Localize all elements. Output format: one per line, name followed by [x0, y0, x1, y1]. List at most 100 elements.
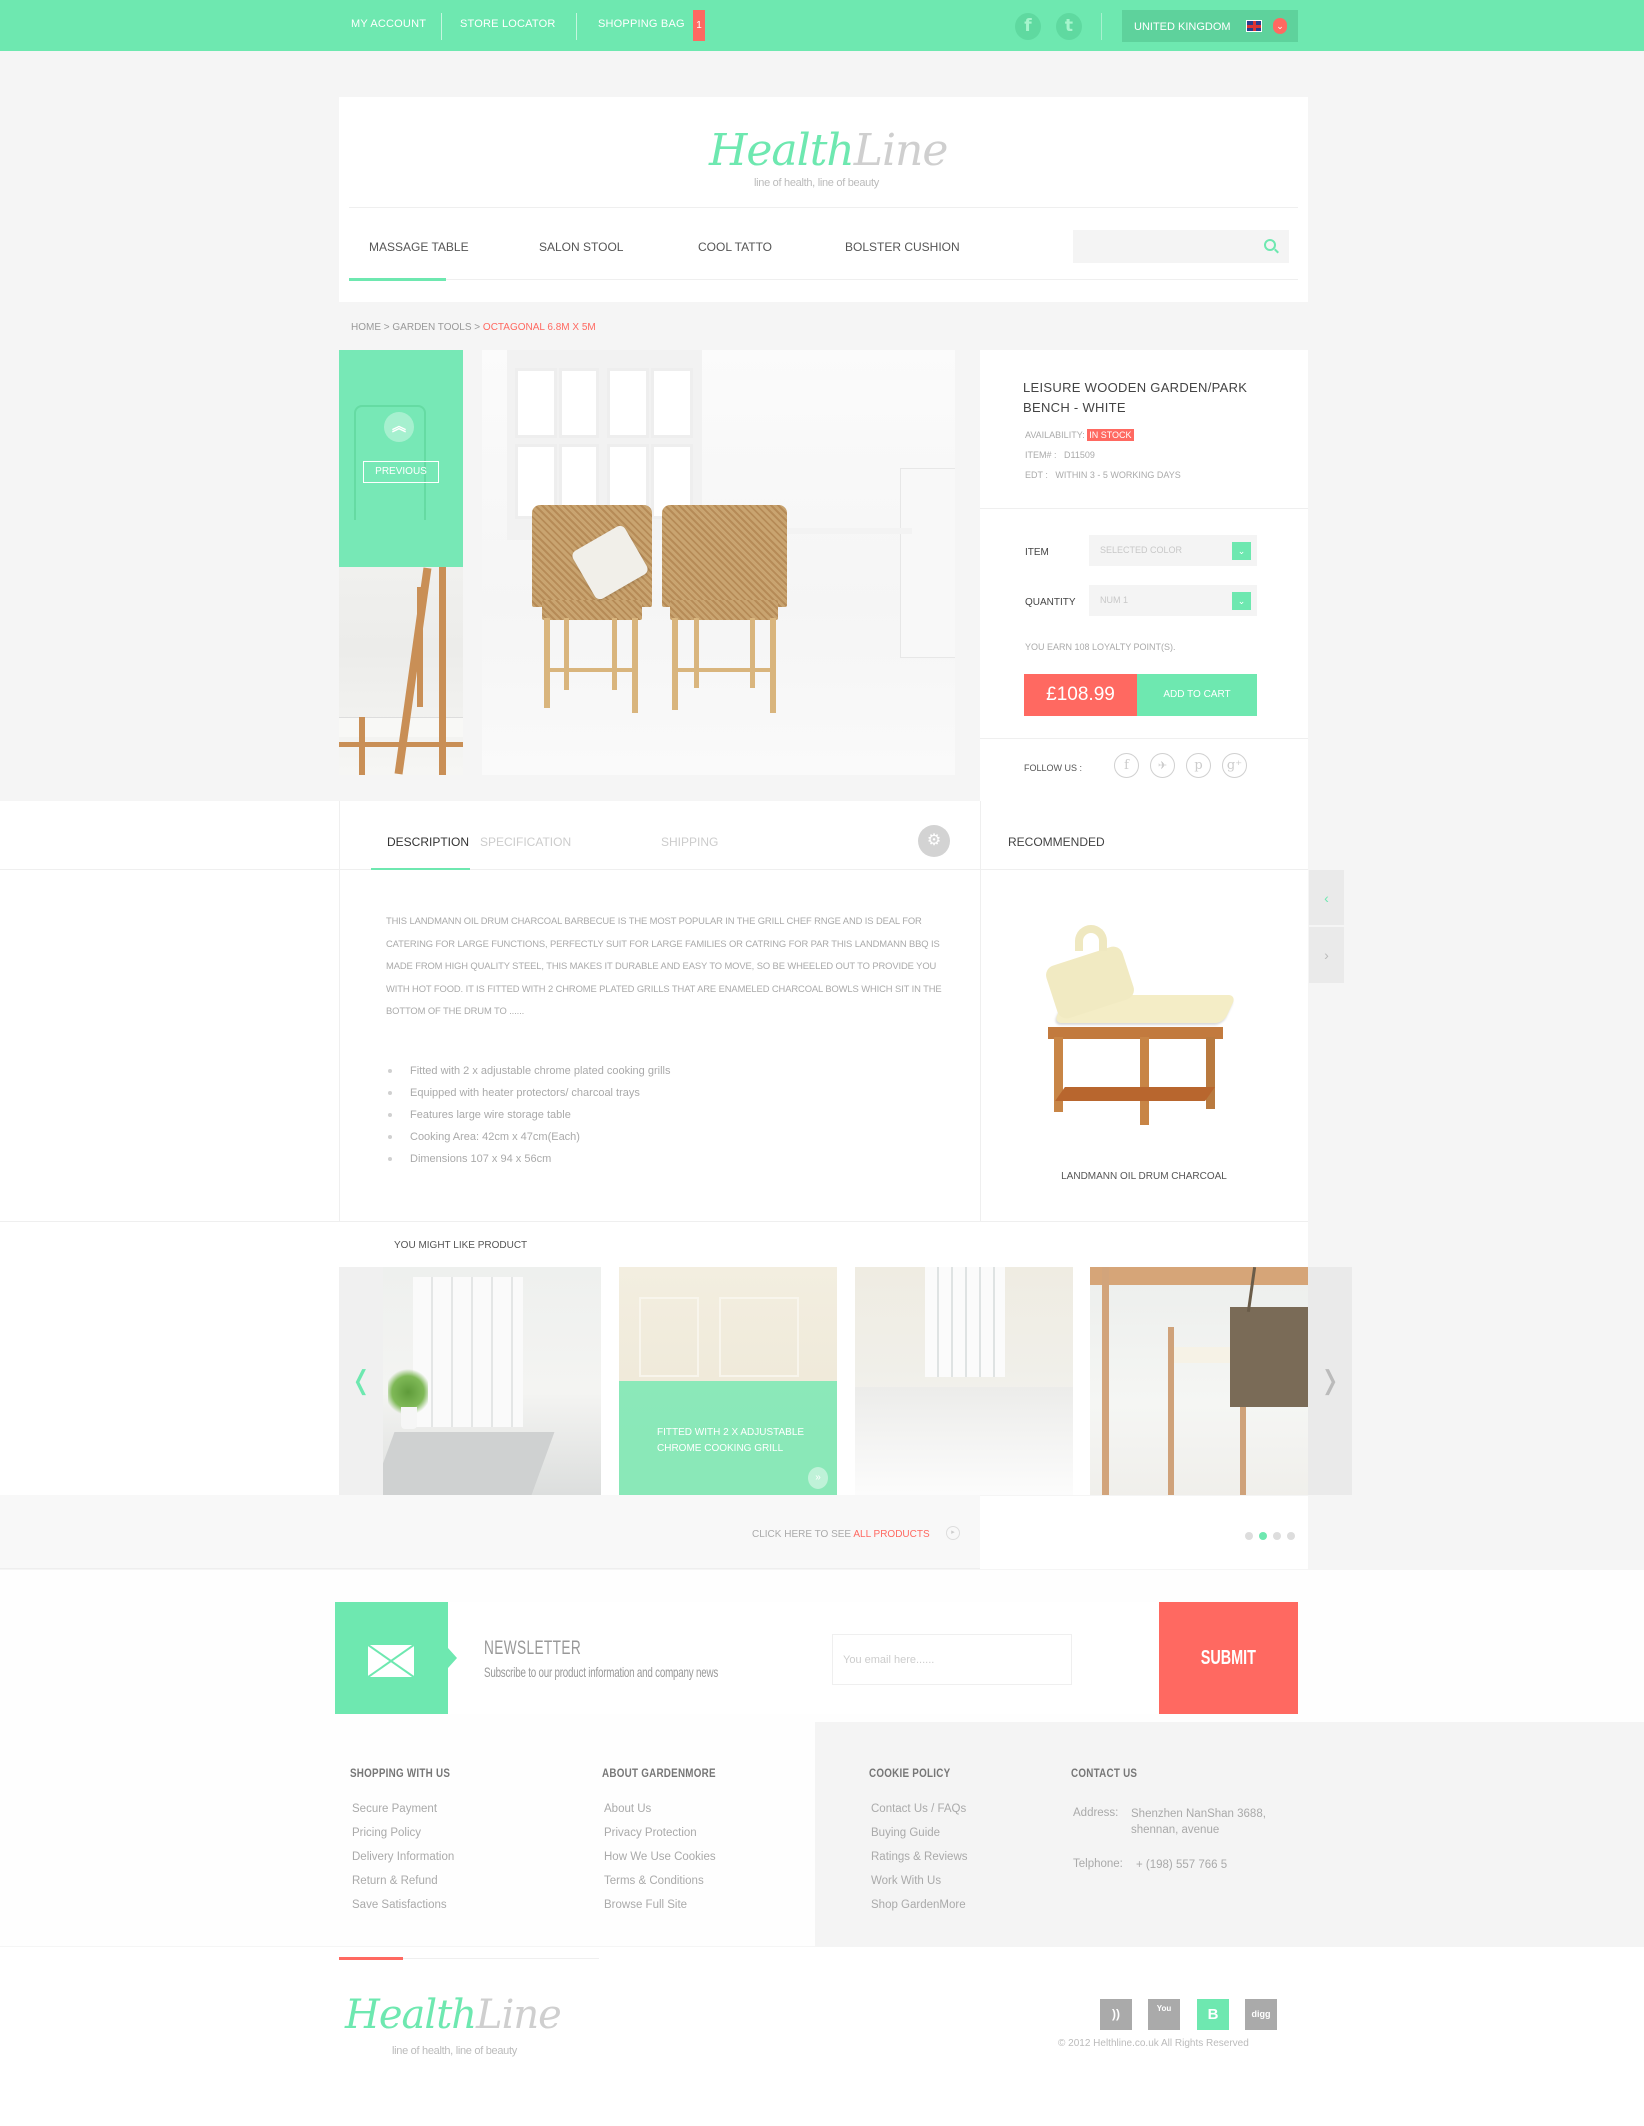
- footer-heading: ABOUT GARDENMORE: [602, 1766, 716, 1780]
- footer-link[interactable]: Save Satisfactions: [352, 1893, 454, 1917]
- nav-salon-stool[interactable]: SALON STOOL: [539, 240, 623, 254]
- feature-item: Features large wire storage table: [388, 1104, 670, 1126]
- blogger-icon[interactable]: B: [1197, 1999, 1229, 2030]
- might-like-next-button[interactable]: ❭: [1308, 1267, 1352, 1495]
- search-icon[interactable]: [1264, 239, 1276, 251]
- chevron-down-icon[interactable]: ⌄: [1273, 18, 1287, 34]
- add-to-cart-button[interactable]: ADD TO CART: [1137, 674, 1257, 716]
- footer-link[interactable]: Buying Guide: [871, 1821, 968, 1845]
- footer-link[interactable]: Privacy Protection: [604, 1821, 716, 1845]
- massage-table-frame: [1048, 1027, 1223, 1039]
- footer-link[interactable]: Terms & Conditions: [604, 1869, 716, 1893]
- footer-link[interactable]: Contact Us / FAQs: [871, 1797, 968, 1821]
- previous-button[interactable]: PREVIOUS: [363, 461, 439, 483]
- footer-links: About Us Privacy Protection How We Use C…: [604, 1797, 716, 1917]
- chair-frame-image: [417, 587, 423, 707]
- footer-link[interactable]: Ratings & Reviews: [871, 1845, 968, 1869]
- quantity-select[interactable]: NUM 1 ⌄: [1089, 585, 1257, 616]
- tab-description[interactable]: DESCRIPTION: [387, 835, 469, 849]
- might-like-prev-button[interactable]: ❬: [339, 1267, 383, 1495]
- product-info-panel: LEISURE WOODEN GARDEN/PARK BENCH - WHITE…: [980, 350, 1308, 801]
- footer-logo[interactable]: HealthLine: [345, 1992, 562, 2038]
- facebook-icon[interactable]: f: [1114, 753, 1139, 778]
- divider: [0, 869, 1308, 870]
- breadcrumb-separator: >: [474, 322, 481, 333]
- digg-icon[interactable]: digg: [1245, 1999, 1277, 2030]
- breadcrumb-garden-tools[interactable]: GARDEN TOOLS: [392, 322, 471, 333]
- floor-image: [855, 1387, 1073, 1495]
- footer-link[interactable]: Work With Us: [871, 1869, 968, 1893]
- chevron-down-icon[interactable]: ⌄: [1232, 592, 1251, 610]
- tagline: line of health, line of beauty: [754, 177, 879, 189]
- twitter-icon[interactable]: t: [1056, 13, 1082, 40]
- color-select[interactable]: SELECTED COLOR ⌄: [1089, 535, 1257, 566]
- footer-link[interactable]: About Us: [604, 1797, 716, 1821]
- nav-cool-tatto[interactable]: COOL TATTO: [698, 240, 772, 254]
- color-select-value: SELECTED COLOR: [1100, 545, 1183, 555]
- item-field-label: ITEM: [1025, 547, 1049, 558]
- chevron-down-icon[interactable]: ⌄: [1232, 542, 1251, 560]
- chair-leg: [544, 618, 550, 708]
- footer-link[interactable]: Delivery Information: [352, 1845, 454, 1869]
- tab-specification[interactable]: SPECIFICATION: [480, 835, 571, 849]
- breadcrumb-home[interactable]: HOME: [351, 322, 381, 333]
- site-header: HealthLine line of health, line of beaut…: [339, 97, 1308, 302]
- rss-icon[interactable]: )): [1100, 1999, 1132, 2030]
- footer-link[interactable]: Pricing Policy: [352, 1821, 454, 1845]
- follow-us-label: FOLLOW US :: [1024, 763, 1083, 773]
- overlay-text-line: CHROME COOKING GRILL: [657, 1443, 784, 1454]
- recommended-product-image[interactable]: [1030, 915, 1255, 1130]
- shopping-bag-link[interactable]: SHOPPING BAG: [598, 18, 685, 30]
- footer-links: Secure Payment Pricing Policy Delivery I…: [352, 1797, 454, 1917]
- country-selector[interactable]: UNITED KINGDOM ⌄: [1122, 10, 1298, 42]
- google-plus-icon[interactable]: g⁺: [1222, 753, 1247, 778]
- recommended-next-button[interactable]: ›: [1309, 927, 1344, 983]
- chair-frame-image: [359, 717, 365, 775]
- nav-bolster-cushion[interactable]: BOLSTER CUSHION: [845, 240, 960, 254]
- footer-link[interactable]: How We Use Cookies: [604, 1845, 716, 1869]
- chair-leg: [750, 618, 755, 688]
- footer-link[interactable]: Secure Payment: [352, 1797, 454, 1821]
- pager-dot[interactable]: [1273, 1532, 1281, 1540]
- footer-link[interactable]: Return & Refund: [352, 1869, 454, 1893]
- newsletter-email-input[interactable]: [832, 1634, 1072, 1685]
- gallery-thumb-active[interactable]: ︽ PREVIOUS: [339, 350, 463, 567]
- store-locator-link[interactable]: STORE LOCATOR: [460, 18, 556, 30]
- newsletter-submit-button[interactable]: SUBMIT: [1159, 1602, 1298, 1714]
- facebook-icon[interactable]: f: [1015, 13, 1041, 40]
- chair-leg-image: [1168, 1327, 1174, 1495]
- tab-shipping[interactable]: SHIPPING: [661, 835, 718, 849]
- accent-bar: [339, 1957, 403, 1960]
- gear-icon[interactable]: ⚙: [918, 825, 950, 857]
- footer-link[interactable]: Shop GardenMore: [871, 1893, 968, 1917]
- gallery-thumb[interactable]: [339, 567, 463, 775]
- search-input[interactable]: [1073, 230, 1289, 263]
- submit-label: SUBMIT: [1200, 1646, 1257, 1669]
- chevron-up-double-icon[interactable]: ︽: [384, 412, 414, 442]
- twitter-icon[interactable]: ✈: [1150, 753, 1175, 778]
- address-line: shennan, avenue: [1131, 1824, 1220, 1836]
- item-number-label: ITEM# :: [1025, 450, 1057, 460]
- might-like-product[interactable]: [1090, 1267, 1308, 1495]
- pinterest-icon[interactable]: p: [1186, 753, 1211, 778]
- logo[interactable]: HealthLine: [709, 125, 948, 176]
- might-like-product[interactable]: FITTED WITH 2 X ADJUSTABLE CHROME COOKIN…: [619, 1267, 837, 1495]
- pager-dot[interactable]: [1245, 1532, 1253, 1540]
- play-circle-icon[interactable]: ▸: [946, 1526, 960, 1540]
- phone-label: Telphone:: [1073, 1858, 1123, 1870]
- more-button[interactable]: »: [808, 1467, 828, 1489]
- pager-dot[interactable]: [1287, 1532, 1295, 1540]
- address-line: Shenzhen NanShan 3688,: [1131, 1808, 1266, 1820]
- recommended-prev-button[interactable]: ‹: [1309, 870, 1344, 926]
- footer-heading: CONTACT US: [1071, 1766, 1138, 1780]
- my-account-link[interactable]: MY ACCOUNT: [351, 18, 426, 30]
- footer-link[interactable]: Browse Full Site: [604, 1893, 716, 1917]
- youtube-icon[interactable]: You: [1148, 1999, 1180, 2030]
- edt-value: WITHIN 3 - 5 WORKING DAYS: [1055, 470, 1181, 480]
- nav-massage-table[interactable]: MASSAGE TABLE: [369, 240, 469, 254]
- feature-item: Equipped with heater protectors/ charcoa…: [388, 1082, 670, 1104]
- all-products-link[interactable]: ALL PRODUCTS: [853, 1529, 929, 1540]
- might-like-product[interactable]: [383, 1267, 601, 1495]
- might-like-product[interactable]: [855, 1267, 1073, 1495]
- pager-dot-active[interactable]: [1259, 1532, 1267, 1540]
